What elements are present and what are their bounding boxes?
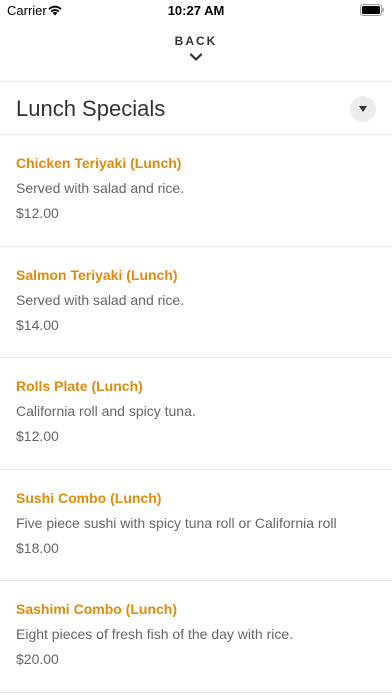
item-description: Served with salad and rice. xyxy=(16,291,185,308)
section-title: Lunch Specials xyxy=(16,96,166,121)
item-name: Salmon Teriyaki (Lunch) xyxy=(16,266,178,283)
item-description: Eight pieces of fresh fish of the day wi… xyxy=(16,626,294,642)
item-price: $12.00 xyxy=(16,428,59,444)
dropdown-triangle-icon xyxy=(359,106,367,112)
menu-item-chicken-teriyaki[interactable]: Chicken Teriyaki (Lunch) Served with sal… xyxy=(0,135,392,247)
item-price: $14.00 xyxy=(16,316,59,333)
menu-item-sashimi-combo[interactable]: Sashimi Combo (Lunch) Eight pieces of fr… xyxy=(0,581,392,693)
chevron-down-icon xyxy=(189,53,203,61)
item-name: Sushi Combo (Lunch) xyxy=(16,489,162,506)
item-description: Five piece sushi with spicy tuna roll or… xyxy=(16,514,337,531)
section-header: Lunch Specials xyxy=(0,82,392,135)
item-description: California roll and spicy tuna. xyxy=(16,403,196,419)
item-name: Sashimi Combo (Lunch) xyxy=(16,601,177,617)
item-price: $12.00 xyxy=(16,205,59,221)
section-dropdown-button[interactable] xyxy=(350,96,376,122)
menu-item-rolls-plate[interactable]: Rolls Plate (Lunch) California roll and … xyxy=(0,358,392,470)
battery-icon xyxy=(360,4,384,16)
item-price: $18.00 xyxy=(16,539,59,556)
status-bar: Carrier 10:27 AM xyxy=(0,0,392,22)
item-name: Chicken Teriyaki (Lunch) xyxy=(16,155,182,171)
menu-item-salmon-teriyaki[interactable]: Salmon Teriyaki (Lunch) Served with sala… xyxy=(0,247,392,358)
item-description: Served with salad and rice. xyxy=(16,180,185,196)
menu-item-sushi-combo[interactable]: Sushi Combo (Lunch) Five piece sushi wit… xyxy=(0,470,392,581)
back-label: BACK xyxy=(174,34,218,48)
item-name: Rolls Plate (Lunch) xyxy=(16,378,143,394)
item-price: $20.00 xyxy=(16,651,59,667)
menu-list: Chicken Teriyaki (Lunch) Served with sal… xyxy=(0,135,392,693)
back-button[interactable]: BACK xyxy=(0,34,392,72)
status-time: 10:27 AM xyxy=(167,3,225,18)
